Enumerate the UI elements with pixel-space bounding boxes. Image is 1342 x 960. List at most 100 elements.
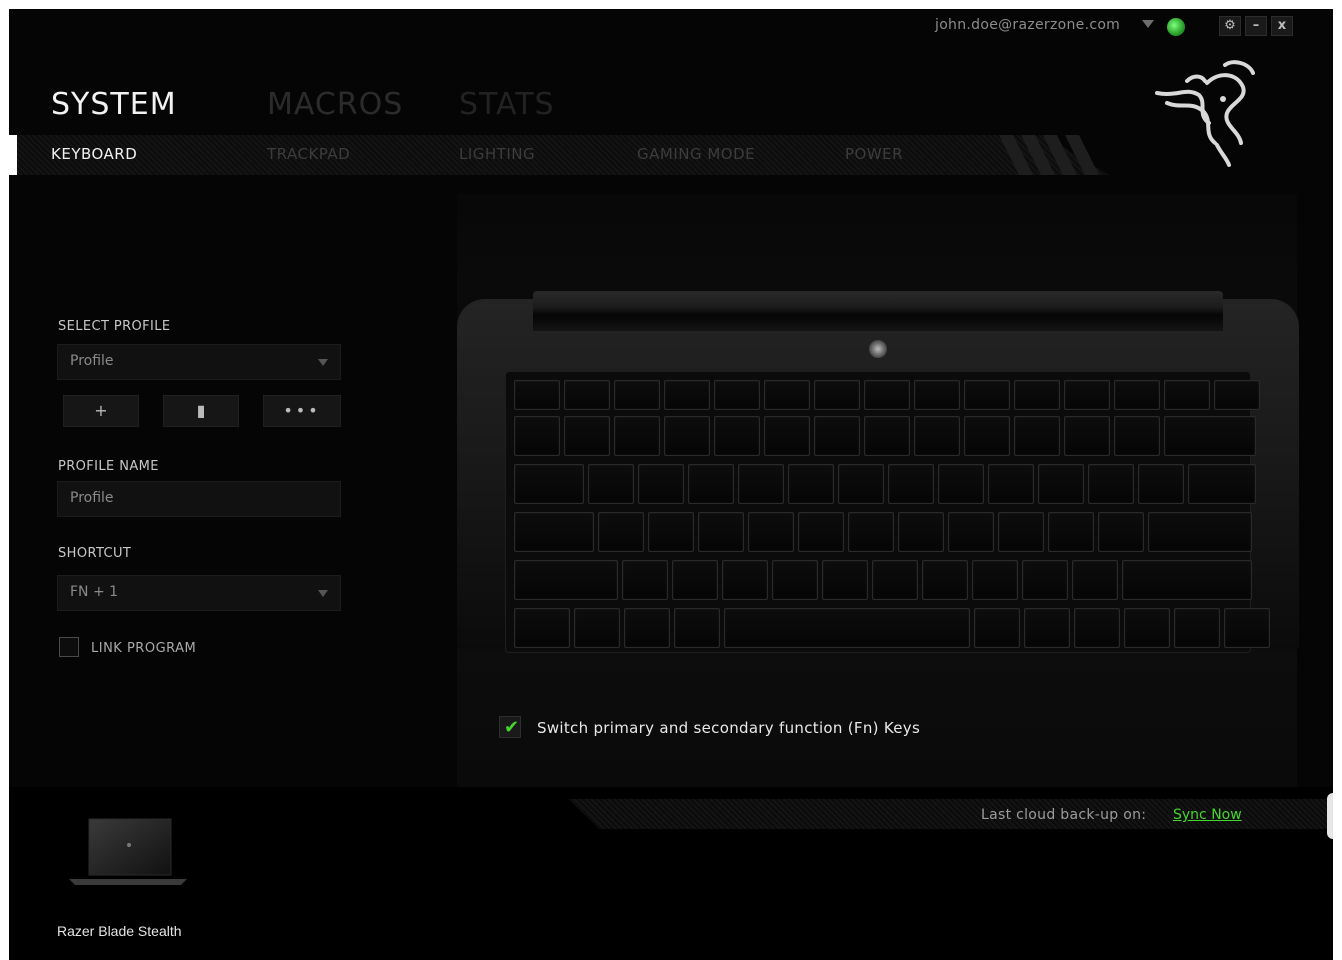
tab-trackpad[interactable]: TRACKPAD — [267, 145, 350, 163]
account-dropdown-icon[interactable] — [1142, 20, 1154, 28]
keyboard-key[interactable] — [1024, 608, 1070, 648]
keyboard-key[interactable] — [964, 380, 1010, 410]
keyboard-key[interactable] — [788, 464, 834, 504]
delete-profile-button[interactable]: ▮ — [163, 395, 239, 427]
keyboard-key[interactable] — [888, 464, 934, 504]
keyboard-key[interactable] — [998, 512, 1044, 552]
keyboard-key[interactable] — [838, 464, 884, 504]
fn-switch-checkbox[interactable]: ✔ — [499, 716, 521, 738]
keyboard-key[interactable] — [864, 380, 910, 410]
keyboard-key[interactable] — [514, 416, 560, 456]
keyboard-key[interactable] — [648, 512, 694, 552]
keyboard-key[interactable] — [698, 512, 744, 552]
keyboard-key[interactable] — [922, 560, 968, 600]
keyboard-key[interactable] — [664, 380, 710, 410]
account-email[interactable]: john.doe@razerzone.com — [935, 17, 1120, 33]
keyboard-key[interactable] — [722, 560, 768, 600]
keyboard-key[interactable] — [972, 560, 1018, 600]
keyboard-key[interactable] — [1124, 608, 1170, 648]
tab-gaming-mode[interactable]: GAMING MODE — [637, 145, 755, 163]
add-profile-button[interactable]: + — [63, 395, 139, 427]
keyboard-key[interactable] — [1214, 380, 1260, 410]
keyboard-key[interactable] — [622, 560, 668, 600]
keyboard-key[interactable] — [714, 380, 760, 410]
keyboard-key[interactable] — [598, 512, 644, 552]
keyboard-key[interactable] — [614, 380, 660, 410]
tab-system[interactable]: SYSTEM — [51, 87, 177, 122]
keyboard-key[interactable] — [964, 416, 1010, 456]
keyboard-key[interactable] — [1014, 380, 1060, 410]
keyboard-key[interactable] — [714, 416, 760, 456]
keyboard-key[interactable] — [1048, 512, 1094, 552]
keyboard-key[interactable] — [1014, 416, 1060, 456]
keyboard-key[interactable] — [1074, 608, 1120, 648]
tab-lighting[interactable]: LIGHTING — [459, 145, 535, 163]
keyboard-key[interactable] — [588, 464, 634, 504]
keyboard-key[interactable] — [988, 464, 1034, 504]
keyboard-key[interactable] — [914, 416, 960, 456]
keyboard-key[interactable] — [814, 380, 860, 410]
keyboard-key[interactable] — [1224, 608, 1270, 648]
keyboard-key[interactable] — [514, 380, 560, 410]
close-button[interactable]: x — [1271, 16, 1293, 36]
keyboard-key[interactable] — [514, 608, 570, 648]
keyboard-key[interactable] — [898, 512, 944, 552]
keyboard-key[interactable] — [1114, 416, 1160, 456]
keyboard-key[interactable] — [974, 608, 1020, 648]
keyboard-key[interactable] — [798, 512, 844, 552]
settings-button[interactable]: ⚙ — [1219, 16, 1241, 36]
keyboard-key[interactable] — [514, 560, 618, 600]
keyboard-key[interactable] — [822, 560, 868, 600]
keyboard-key[interactable] — [724, 608, 970, 648]
keyboard-key[interactable] — [672, 560, 718, 600]
device-thumbnail[interactable] — [63, 813, 193, 889]
keyboard-key[interactable] — [764, 380, 810, 410]
keyboard-key[interactable] — [1038, 464, 1084, 504]
keyboard-key[interactable] — [664, 416, 710, 456]
keyboard-key[interactable] — [574, 608, 620, 648]
keyboard-key[interactable] — [614, 416, 660, 456]
keyboard-key[interactable] — [1114, 380, 1160, 410]
sync-now-link[interactable]: Sync Now — [1173, 807, 1242, 823]
keyboard-key[interactable] — [1064, 416, 1110, 456]
expand-tab[interactable] — [1327, 793, 1333, 839]
keyboard-key[interactable] — [624, 608, 670, 648]
keyboard-key[interactable] — [514, 464, 584, 504]
keyboard-key[interactable] — [1138, 464, 1184, 504]
keyboard-key[interactable] — [1148, 512, 1252, 552]
profile-name-input[interactable]: Profile — [57, 481, 341, 517]
keyboard-key[interactable] — [1122, 560, 1252, 600]
keyboard-key[interactable] — [848, 512, 894, 552]
keyboard-key[interactable] — [564, 380, 610, 410]
tab-stats[interactable]: STATS — [459, 87, 555, 122]
keyboard-key[interactable] — [748, 512, 794, 552]
tab-macros[interactable]: MACROS — [267, 87, 403, 122]
keyboard-key[interactable] — [1022, 560, 1068, 600]
link-program-label[interactable]: LINK PROGRAM — [91, 641, 196, 656]
keyboard-key[interactable] — [1072, 560, 1118, 600]
keyboard-key[interactable] — [674, 608, 720, 648]
tab-power[interactable]: POWER — [845, 145, 903, 163]
profile-select[interactable]: Profile — [57, 344, 341, 380]
keyboard-key[interactable] — [914, 380, 960, 410]
more-options-button[interactable]: ••• — [263, 395, 341, 427]
link-program-checkbox[interactable] — [59, 637, 79, 657]
keyboard-key[interactable] — [1098, 512, 1144, 552]
keyboard-key[interactable] — [1188, 464, 1256, 504]
keyboard-key[interactable] — [688, 464, 734, 504]
keyboard-key[interactable] — [864, 416, 910, 456]
keyboard-key[interactable] — [564, 416, 610, 456]
tab-keyboard[interactable]: KEYBOARD — [51, 145, 137, 163]
keyboard-key[interactable] — [764, 416, 810, 456]
fn-switch-label[interactable]: Switch primary and secondary function (F… — [537, 719, 920, 737]
keyboard-key[interactable] — [514, 512, 594, 552]
keyboard-key[interactable] — [1064, 380, 1110, 410]
keyboard-key[interactable] — [638, 464, 684, 504]
keyboard-key[interactable] — [1174, 608, 1220, 648]
keyboard-key[interactable] — [738, 464, 784, 504]
shortcut-select[interactable]: FN + 1 — [57, 575, 341, 611]
keyboard-key[interactable] — [1088, 464, 1134, 504]
minimize-button[interactable]: – — [1245, 16, 1267, 36]
keyboard-key[interactable] — [814, 416, 860, 456]
keyboard-key[interactable] — [772, 560, 818, 600]
